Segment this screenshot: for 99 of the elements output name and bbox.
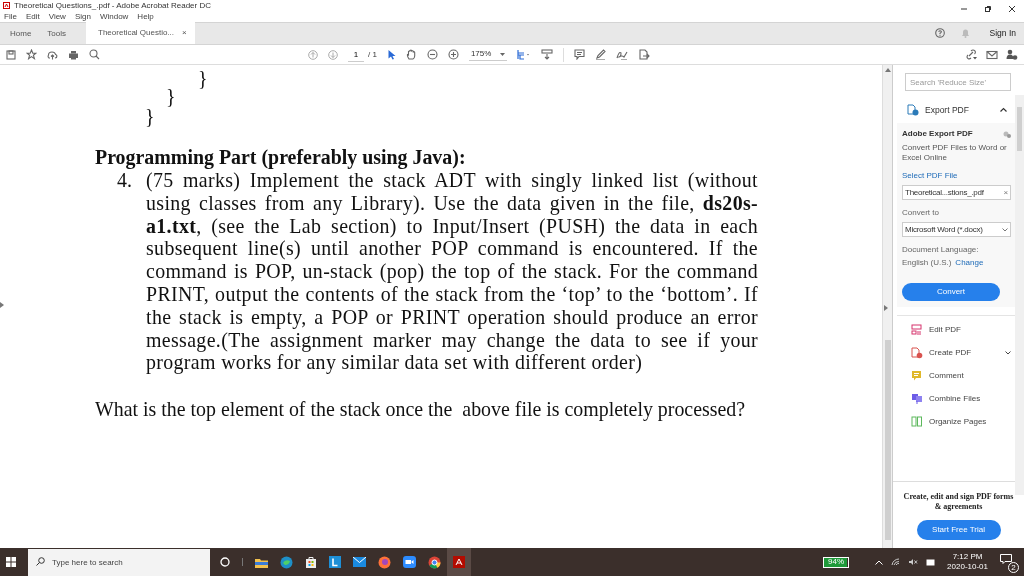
zoom-dropdown[interactable]: 175% bbox=[468, 48, 507, 61]
tool-item[interactable]: Comment bbox=[929, 369, 964, 382]
link-icon[interactable] bbox=[966, 49, 978, 60]
store-icon[interactable] bbox=[305, 556, 317, 568]
tab[interactable]: Home bbox=[2, 23, 40, 44]
language-value: English (U.S.) bbox=[902, 257, 952, 269]
share-document-icon[interactable] bbox=[637, 49, 650, 60]
create-pdf-icon bbox=[911, 346, 923, 359]
menu-item[interactable]: Help bbox=[137, 11, 154, 22]
signature-icon[interactable] bbox=[615, 49, 628, 60]
panel-collapse-icon[interactable] bbox=[884, 305, 888, 311]
menu-item[interactable]: Edit bbox=[25, 11, 40, 22]
promo-text: Create, edit and sign PDF forms & agreements bbox=[903, 492, 1014, 512]
save-icon[interactable] bbox=[6, 49, 16, 60]
edit-pdf-icon bbox=[911, 323, 923, 336]
tab[interactable]: Theoretical Questio... × bbox=[86, 22, 195, 44]
scroll-up-icon[interactable] bbox=[885, 68, 891, 72]
page-total: / 1 bbox=[368, 48, 377, 61]
tab[interactable]: Tools bbox=[39, 23, 75, 44]
zoom-search-icon[interactable] bbox=[89, 49, 100, 60]
help-icon[interactable] bbox=[934, 28, 945, 38]
zoom-in-icon[interactable] bbox=[447, 49, 459, 60]
menu-item[interactable]: Sign bbox=[74, 11, 91, 22]
cloud-upload-icon[interactable] bbox=[47, 49, 58, 60]
menu-item[interactable]: Window bbox=[99, 11, 129, 22]
change-link[interactable]: Change bbox=[955, 257, 984, 269]
mail-icon[interactable] bbox=[986, 49, 998, 60]
add-user-icon[interactable] bbox=[1006, 49, 1018, 60]
star-icon[interactable] bbox=[26, 49, 37, 60]
caret-icon[interactable] bbox=[499, 52, 505, 56]
closing-brace: } bbox=[166, 85, 176, 108]
menu-item[interactable]: File bbox=[4, 11, 17, 22]
tool-item[interactable]: Edit PDF bbox=[929, 323, 961, 336]
pointer-icon[interactable] bbox=[386, 49, 396, 60]
hand-icon[interactable] bbox=[405, 49, 417, 60]
window-title: Theoretical Questions_.pdf - Adobe Acrobat Reader DC bbox=[14, 0, 211, 11]
field-label: Select PDF File bbox=[902, 170, 959, 182]
combine-files-icon bbox=[911, 392, 923, 405]
sign-in-link[interactable]: Sign In bbox=[989, 26, 1016, 40]
video-camera-icon[interactable] bbox=[403, 556, 416, 568]
search-icon bbox=[36, 557, 45, 566]
battery-indicator: 94% bbox=[823, 556, 850, 568]
clock[interactable]: 7:12 PM 2020-10-01 bbox=[947, 552, 988, 572]
acrobat-icon[interactable] bbox=[453, 556, 465, 568]
convert-button[interactable]: Convert bbox=[902, 283, 1000, 301]
cloud-settings-icon bbox=[1003, 130, 1011, 138]
question-paragraph: (75 marks) Implement the stack ADT with singly linked list (without using classes from any Library). Use the data given in the file, ds20s-a1.txt, (see the Lab section) to Input/Insert (PUSH) the data in each subsequent line(s) until another POP command is encountered. If the command is POP, un-stack (pop) the top of the stack. For the command PRINT, output the contents of the stack from the ‘top’ to the ‘bottom’. If the stack is empty, a POP or PRINT operation should produce an error message.(The assignment marker may change the data to see if your program works for any similar data set with different order) bbox=[146, 169, 758, 375]
export-heading: Adobe Export PDF bbox=[902, 128, 973, 140]
tool-item[interactable]: Create PDF bbox=[929, 346, 972, 359]
mail-icon[interactable] bbox=[353, 557, 366, 567]
zoom-out-icon[interactable] bbox=[426, 49, 438, 60]
panel-expand-icon[interactable] bbox=[0, 302, 4, 308]
windows-start-icon[interactable] bbox=[6, 557, 16, 567]
comment-icon bbox=[911, 369, 923, 382]
print-icon[interactable] bbox=[68, 49, 79, 60]
keyboard-icon[interactable] bbox=[926, 558, 936, 566]
close-icon[interactable] bbox=[1008, 4, 1016, 13]
edge-browser-icon[interactable] bbox=[280, 555, 293, 569]
tool-item[interactable]: Organize Pages bbox=[929, 415, 987, 428]
file-field[interactable]: Theoretical...stions_.pdf × bbox=[902, 185, 1011, 200]
closing-brace: } bbox=[198, 67, 208, 90]
export-description: Convert PDF Files to Word or Excel Online bbox=[902, 143, 1008, 162]
section-heading: Programming Part (preferably using Java): bbox=[95, 146, 466, 169]
restore-icon[interactable] bbox=[984, 4, 992, 13]
fox-browser-icon[interactable] bbox=[378, 555, 391, 569]
network-icon[interactable] bbox=[891, 558, 901, 566]
chevron-down-icon bbox=[1002, 227, 1008, 232]
menu-item[interactable]: View bbox=[48, 11, 66, 22]
field-label: Convert to bbox=[902, 207, 940, 219]
acrobat-icon bbox=[3, 2, 10, 9]
chevron-up-icon[interactable] bbox=[875, 559, 884, 565]
volume-muted-icon[interactable] bbox=[908, 558, 919, 566]
notification-button[interactable]: 2 bbox=[1000, 554, 1016, 570]
fit-page-icon[interactable] bbox=[516, 49, 531, 60]
format-dropdown[interactable]: Microsoft Word (*.docx) bbox=[902, 222, 1011, 237]
pencil-icon[interactable] bbox=[594, 49, 606, 60]
question-text: What is the top element of the stack once the above file is completely processed? bbox=[95, 398, 746, 421]
task-view-icon[interactable] bbox=[220, 557, 230, 567]
comment-icon[interactable] bbox=[573, 49, 585, 60]
search-field[interactable]: Search 'Reduce Size' bbox=[905, 73, 1011, 91]
chevron-down-icon[interactable] bbox=[1005, 350, 1011, 355]
scrollbar-thumb[interactable] bbox=[1017, 107, 1022, 151]
tool-item[interactable]: Combine Files bbox=[929, 392, 981, 405]
field-label: Document Language: bbox=[902, 244, 980, 256]
item-number: 4. bbox=[116, 169, 133, 193]
export-pdf-icon bbox=[907, 104, 919, 116]
collapse-toggle-icon[interactable] bbox=[1000, 107, 1007, 113]
folder-icon[interactable] bbox=[255, 556, 268, 568]
organize-pages-icon bbox=[911, 415, 923, 428]
notification-icon bbox=[1000, 554, 1012, 564]
closing-brace: } bbox=[145, 105, 155, 128]
chrome-browser-icon[interactable] bbox=[428, 555, 441, 569]
free-trial-button[interactable]: Start Free Trial bbox=[916, 520, 1001, 540]
close-tab-button[interactable]: × bbox=[182, 27, 187, 39]
scroll-mode-icon[interactable] bbox=[540, 49, 553, 60]
letter-tile-icon[interactable] bbox=[329, 556, 341, 568]
tool-title[interactable]: Export PDF bbox=[925, 103, 969, 117]
scrollbar-thumb[interactable] bbox=[885, 340, 891, 540]
taskbar-search-field[interactable]: Type here to search bbox=[28, 548, 210, 576]
